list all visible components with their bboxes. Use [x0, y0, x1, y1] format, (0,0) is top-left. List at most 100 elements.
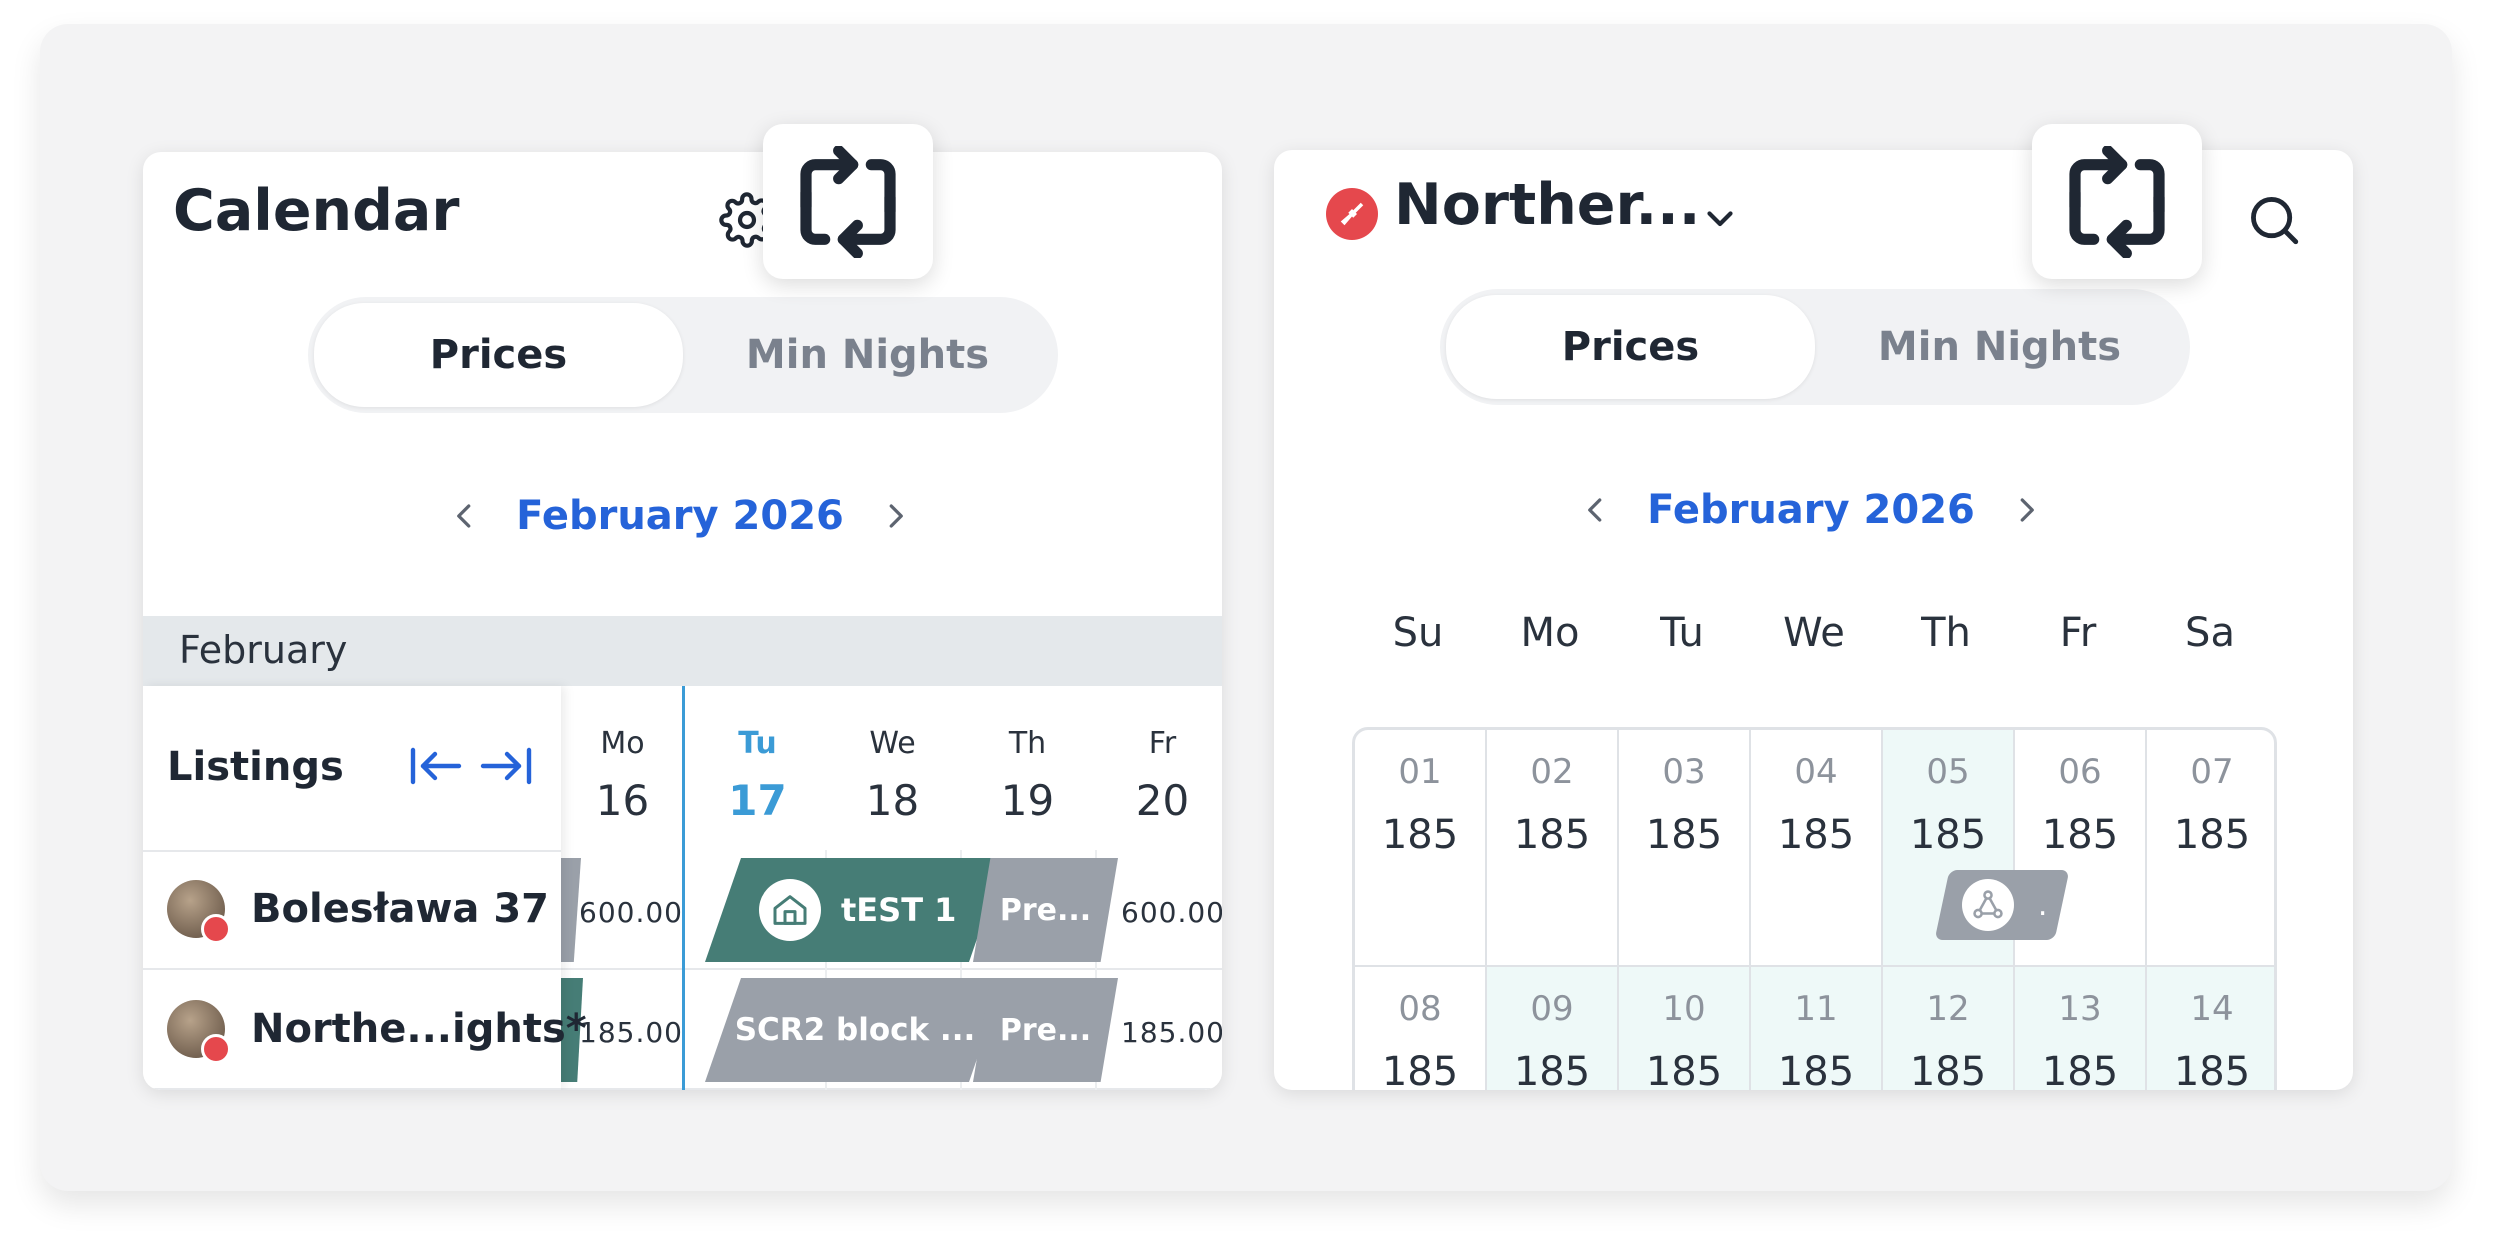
- day-number: 09: [1530, 989, 1574, 1029]
- chevron-left-icon: [1588, 498, 1602, 522]
- day-of-week: Fr: [1148, 726, 1177, 761]
- chevron-right-icon: [2020, 498, 2034, 522]
- repeat-icon: [800, 145, 896, 258]
- sync-button[interactable]: [763, 124, 933, 279]
- day-header-today: Tu 17: [690, 686, 825, 850]
- day-number: 19: [1000, 776, 1055, 825]
- calendar-grid: 01 185 02 185 03 185 04 185 05 185 06 185 07 185 08 185…: [1352, 727, 2277, 1090]
- sync-button[interactable]: [2032, 124, 2202, 279]
- channel-tag[interactable]: .: [1934, 870, 2070, 940]
- tab-min-nights[interactable]: Min Nights: [1815, 295, 2184, 399]
- day-price: 185: [2173, 1049, 2251, 1090]
- calendar-day-cell[interactable]: 14 185: [2147, 967, 2274, 1090]
- weekday-label: We: [1783, 610, 1845, 656]
- day-number: 10: [1662, 989, 1706, 1029]
- day-number: 17: [728, 776, 787, 825]
- network-icon: [1962, 879, 2014, 931]
- calendar-day-cell[interactable]: 11 185: [1751, 967, 1883, 1090]
- tab-min-nights[interactable]: Min Nights: [683, 303, 1052, 407]
- calendar-day-cell[interactable]: 03 185: [1619, 730, 1751, 967]
- day-price: 185: [1381, 812, 1459, 858]
- tab-prices[interactable]: Prices: [314, 303, 683, 407]
- calendar-day-cell[interactable]: 07 185: [2147, 730, 2274, 967]
- day-of-week: Mo: [600, 726, 645, 761]
- weekday-label: Th: [1921, 610, 1971, 656]
- next-month-button[interactable]: [2006, 490, 2046, 530]
- day-price: 185: [1513, 1049, 1591, 1090]
- today-indicator: [682, 686, 685, 1090]
- price-cell[interactable]: 600.00: [1121, 896, 1222, 929]
- booking-label: Pre...: [999, 1012, 1092, 1048]
- day-number: 08: [1398, 989, 1442, 1029]
- day-price: 185: [1381, 1049, 1459, 1090]
- day-number: 01: [1398, 752, 1442, 792]
- price-cell[interactable]: 185.00: [1121, 1016, 1222, 1049]
- booking-label: tEST 1: [841, 891, 957, 929]
- day-price: 185: [1909, 1049, 1987, 1090]
- day-number: 18: [865, 776, 920, 825]
- prev-month-button[interactable]: [1576, 490, 1616, 530]
- day-header: Mo 16: [555, 686, 690, 850]
- month-navigation: February 2026: [445, 486, 915, 546]
- day-header: We 18: [825, 686, 960, 850]
- calendar-day-cell[interactable]: 01 185: [1355, 730, 1487, 967]
- weekday-label: Fr: [2059, 610, 2097, 656]
- calendar-day-cell[interactable]: 08 185: [1355, 967, 1487, 1090]
- home-icon: [759, 879, 821, 941]
- day-price: 185: [1777, 1049, 1855, 1090]
- day-header: Th 19: [960, 686, 1095, 850]
- booking-bar[interactable]: Pre...: [973, 978, 1118, 1082]
- booking-bar[interactable]: Pre...: [973, 858, 1118, 962]
- listing-item[interactable]: Bolesława 37: [143, 850, 561, 970]
- day-number: 05: [1926, 752, 1970, 792]
- day-of-week: We: [869, 726, 916, 761]
- broom-icon: [1326, 188, 1378, 240]
- channel-tag-dot: .: [2038, 888, 2048, 923]
- day-of-week: Th: [1008, 726, 1047, 761]
- next-month-button[interactable]: [875, 496, 915, 536]
- month-label[interactable]: February 2026: [516, 493, 844, 539]
- calendar-day-cell[interactable]: 10 185: [1619, 967, 1751, 1090]
- chevron-right-icon: [889, 504, 903, 528]
- day-price: 185: [2173, 812, 2251, 858]
- blocked-bar[interactable]: SCR2 block ...: [705, 978, 1005, 1082]
- price-cell[interactable]: 185.00: [579, 1016, 683, 1049]
- collapse-button[interactable]: [405, 736, 465, 796]
- day-of-week: Tu: [738, 726, 777, 761]
- listing-name: Northe...ights*: [251, 1006, 587, 1052]
- search-button[interactable]: [2234, 180, 2314, 260]
- listing-dropdown-button[interactable]: [1690, 188, 1750, 248]
- day-header: Fr 20: [1095, 686, 1222, 850]
- listing-item[interactable]: Northe...ights*: [143, 970, 587, 1090]
- day-number: 14: [2190, 989, 2234, 1029]
- listings-label: Listings: [167, 744, 344, 790]
- day-number: 07: [2190, 752, 2234, 792]
- calendar-day-cell[interactable]: 04 185: [1751, 730, 1883, 967]
- repeat-icon: [2069, 145, 2165, 258]
- day-number: 02: [1530, 752, 1574, 792]
- calendar-day-cell[interactable]: 09 185: [1487, 967, 1619, 1090]
- weekday-label: Su: [1392, 610, 1444, 656]
- calendar-day-cell[interactable]: 02 185: [1487, 730, 1619, 967]
- calendar-day-cell[interactable]: 13 185: [2015, 967, 2147, 1090]
- prev-month-button[interactable]: [445, 496, 485, 536]
- page-title: Calendar: [173, 178, 460, 244]
- day-number: 16: [595, 776, 650, 825]
- weekday-label: Tu: [1660, 610, 1704, 656]
- tab-prices[interactable]: Prices: [1446, 295, 1815, 399]
- booking-bar[interactable]: tEST 1: [705, 858, 1005, 962]
- listing-title[interactable]: Norther...: [1394, 172, 1700, 238]
- weekday-label: Sa: [2185, 610, 2235, 656]
- listings-header: Listings: [143, 686, 561, 852]
- day-price: 185: [1777, 812, 1855, 858]
- expand-button[interactable]: [477, 736, 537, 796]
- month-label[interactable]: February 2026: [1647, 487, 1975, 533]
- booking-label: SCR2 block ...: [734, 1012, 976, 1048]
- price-cell[interactable]: 600.00: [579, 896, 683, 929]
- avatar: [167, 880, 231, 944]
- calendar-day-cell[interactable]: 12 185: [1883, 967, 2015, 1090]
- chevron-left-icon: [457, 504, 471, 528]
- day-number: 04: [1794, 752, 1838, 792]
- day-number: 11: [1794, 989, 1838, 1029]
- search-icon: [2251, 197, 2299, 245]
